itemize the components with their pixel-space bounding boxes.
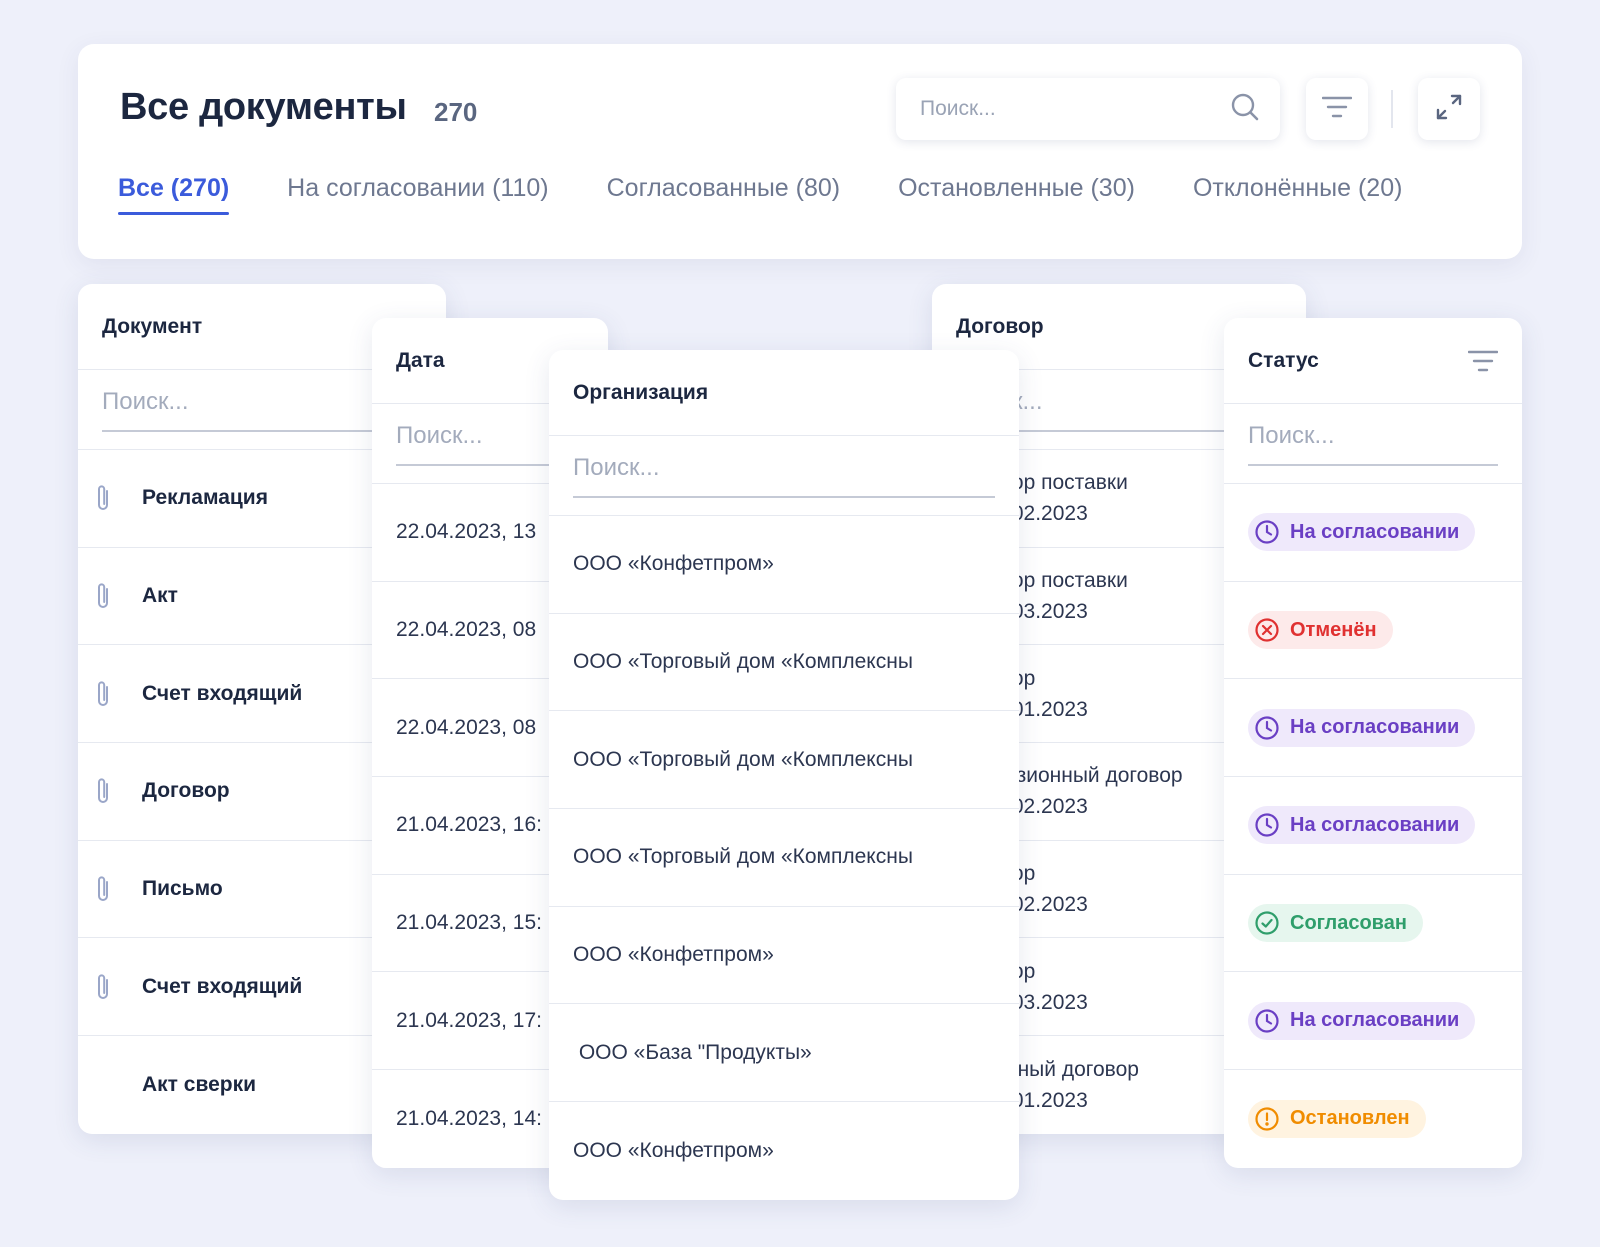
organization-cell: ООО «База "Продукты» xyxy=(549,1004,1019,1103)
status-label: На согласовании xyxy=(1290,520,1460,543)
toolbar-divider xyxy=(1391,90,1393,128)
paperclip-icon xyxy=(90,776,116,806)
status-column-title: Статус xyxy=(1248,348,1319,372)
contract-column-title: Договор xyxy=(956,314,1044,338)
organization-column: Организация Поиск... ООО «Конфетпром» ООО… xyxy=(549,350,1019,1200)
organization-cell: ООО «Торговый дом «Комплексны xyxy=(549,711,1019,810)
paperclip-icon xyxy=(90,874,116,904)
status-tabs: Все (270) На согласовании (110) Согласов… xyxy=(118,174,1403,215)
organization-search-input[interactable]: Поиск... xyxy=(573,454,995,498)
status-badge: На согласовании xyxy=(1248,708,1476,747)
document-name: Счет входящий xyxy=(142,974,303,998)
tab-approved[interactable]: Согласованные (80) xyxy=(607,174,841,213)
status-label: Отменён xyxy=(1290,618,1377,641)
alert-circle-icon xyxy=(1254,1106,1280,1132)
search-icon[interactable] xyxy=(1230,92,1260,127)
status-badge: На согласовании xyxy=(1248,806,1476,845)
document-name: Акт xyxy=(142,584,178,608)
status-label: Остановлен xyxy=(1290,1107,1410,1130)
clock-icon xyxy=(1254,519,1280,545)
document-name: Рекламация xyxy=(142,486,268,510)
document-name: Счет входящий xyxy=(142,681,303,705)
paperclip-icon xyxy=(90,679,116,709)
status-cell: На согласовании xyxy=(1224,777,1522,875)
organization-cell: ООО «Торговый дом «Комплексны xyxy=(549,614,1019,712)
expand-button[interactable] xyxy=(1418,78,1480,140)
status-column-header: Статус xyxy=(1224,318,1522,404)
check-circle-icon xyxy=(1254,910,1280,936)
status-label: На согласовании xyxy=(1290,716,1460,739)
status-column-search[interactable]: Поиск... xyxy=(1224,404,1522,484)
cancel-circle-icon xyxy=(1254,617,1280,643)
status-badge: Отменён xyxy=(1248,611,1393,650)
status-badge: Остановлен xyxy=(1248,1099,1426,1138)
tab-all[interactable]: Все (270) xyxy=(118,174,230,215)
paperclip-icon xyxy=(90,972,116,1002)
clock-icon xyxy=(1254,715,1280,741)
document-name: Акт сверки xyxy=(142,1072,257,1096)
documents-count: 270 xyxy=(434,97,478,127)
status-search-input[interactable]: Поиск... xyxy=(1248,422,1498,466)
organization-cell: ООО «Конфетпром» xyxy=(549,907,1019,1005)
document-name: Письмо xyxy=(142,877,223,901)
organization-column-title: Организация xyxy=(573,380,709,404)
status-cell: На согласовании xyxy=(1224,484,1522,582)
search-input[interactable]: Поиск... xyxy=(896,78,1280,140)
paperclip-icon xyxy=(90,581,116,611)
organization-cell: ООО «Конфетпром» xyxy=(549,516,1019,614)
expand-icon xyxy=(1435,93,1463,126)
status-badge: На согласовании xyxy=(1248,513,1476,552)
document-name: Договор xyxy=(142,779,230,803)
clock-icon xyxy=(1254,812,1280,838)
status-label: На согласовании xyxy=(1290,1009,1460,1032)
clock-icon xyxy=(1254,1008,1280,1034)
page-title: Все документы xyxy=(120,86,407,128)
status-filter-icon[interactable] xyxy=(1468,349,1498,373)
paperclip-icon xyxy=(90,483,116,513)
tab-stopped[interactable]: Остановленные (30) xyxy=(898,174,1135,213)
status-badge: Согласован xyxy=(1248,904,1423,943)
status-label: Согласован xyxy=(1290,911,1407,934)
status-cell: На согласовании xyxy=(1224,972,1522,1071)
filter-button[interactable] xyxy=(1306,78,1368,140)
search-placeholder: Поиск... xyxy=(920,97,996,120)
status-cell: На согласовании xyxy=(1224,679,1522,778)
organization-cell: ООО «Конфетпром» xyxy=(573,1138,774,1162)
tab-rejected[interactable]: Отклонённые (20) xyxy=(1193,174,1403,213)
status-cell: Отменён xyxy=(1224,582,1522,680)
status-badge: На согласовании xyxy=(1248,1001,1476,1040)
document-column-title: Документ xyxy=(102,314,203,338)
tab-pending[interactable]: На согласовании (110) xyxy=(287,174,548,213)
filter-icon xyxy=(1321,95,1353,124)
status-label: На согласовании xyxy=(1290,813,1460,836)
organization-cell: ООО «Торговый дом «Комплексны xyxy=(549,809,1019,907)
date-column-title: Дата xyxy=(396,348,445,372)
status-column: Статус Поиск... На согласовании Отменён На… xyxy=(1224,318,1522,1168)
organization-column-search[interactable]: Поиск... xyxy=(549,436,1019,516)
documents-header: Все документы 270 Поиск... Все (270) На … xyxy=(78,44,1522,259)
organization-column-header: Организация xyxy=(549,350,1019,436)
status-cell: Согласован xyxy=(1224,875,1522,973)
status-cell: Остановлен xyxy=(1224,1070,1522,1168)
